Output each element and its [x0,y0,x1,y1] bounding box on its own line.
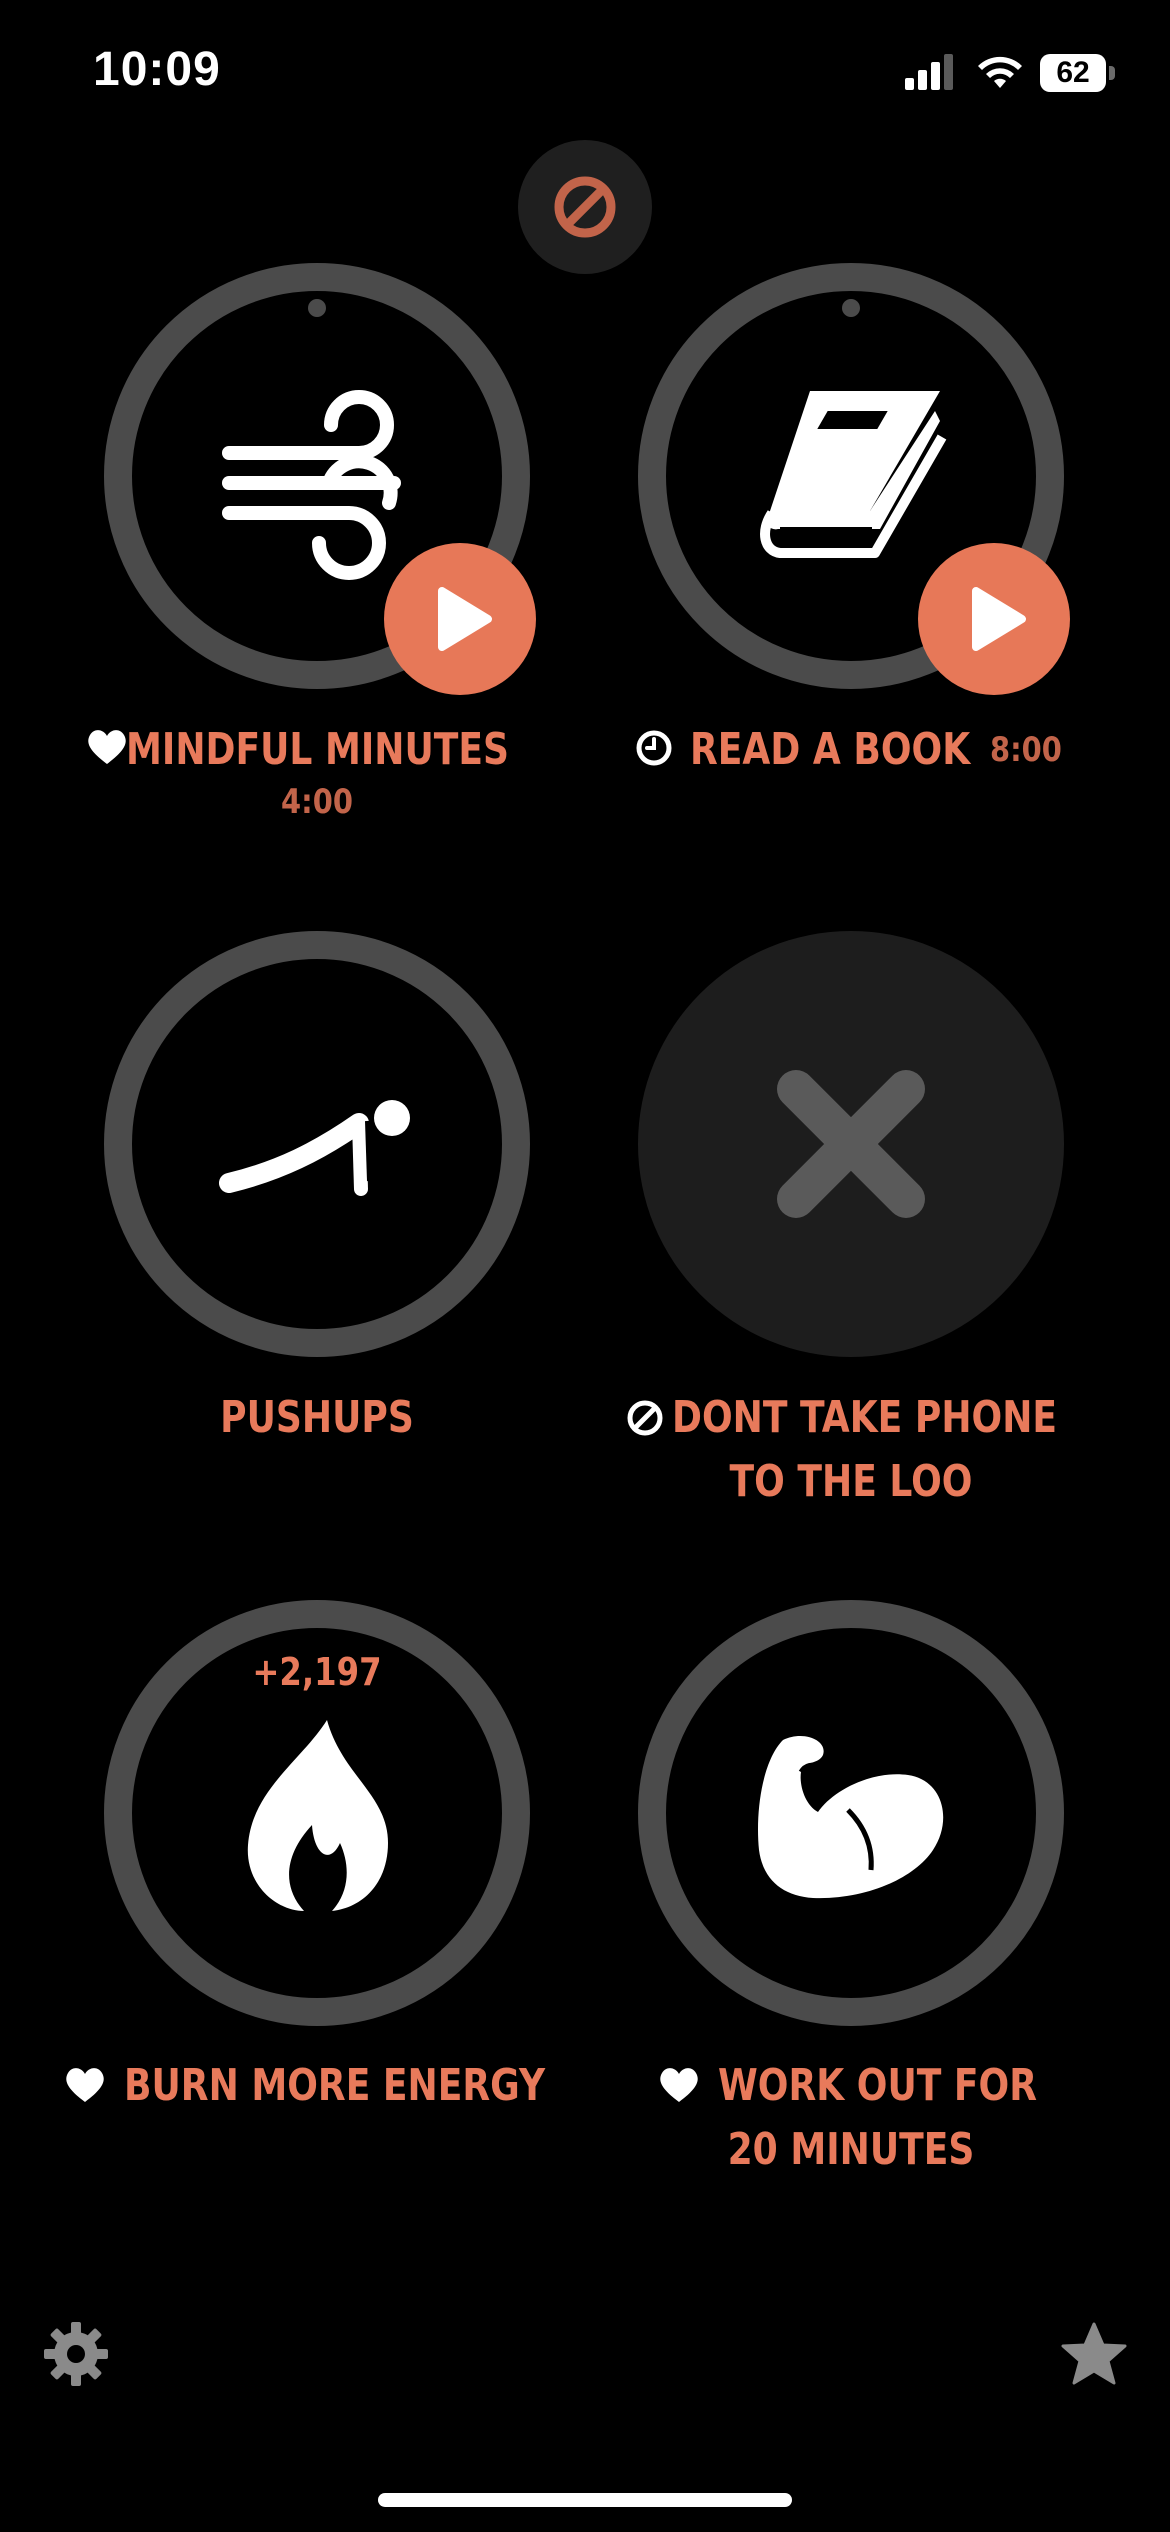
habit-label-line-2: 20 MINUTES [727,2124,975,2175]
habit-detail: 8:00 [990,730,1062,770]
prohibited-icon [554,176,616,238]
habit-label: BURN MORE ENERGY [124,2060,546,2111]
habit-pushups[interactable] [104,931,554,1431]
habit-label-line-1: DONT TAKE PHONE [672,1392,1058,1443]
habit-dont-take-phone-to-the-loo[interactable] [638,931,1088,1431]
habit-stat: +2,197 [252,1650,382,1694]
pushup-icon [219,1100,410,1196]
cellular-signal-icon [905,54,953,90]
play-button[interactable] [384,543,536,695]
habit-label-line-2: TO THE LOO [729,1456,973,1507]
habit-label-line-1: WORK OUT FOR [718,2060,1038,2111]
clock-icon [636,730,672,766]
play-icon [438,587,492,651]
flame-icon [247,1720,388,1911]
home-indicator[interactable] [378,2493,792,2507]
wifi-icon [978,56,1022,88]
star-icon[interactable] [1060,2320,1128,2388]
status-bar: 10:09 62 [0,0,1170,150]
prohibited-icon [627,1400,663,1436]
block-all-button[interactable] [518,140,652,274]
ring-start-dot [842,299,860,317]
flexed-biceps-icon [758,1735,944,1899]
habit-label: PUSHUPS [220,1392,414,1443]
habit-label: MINDFUL MINUTES [126,724,510,775]
ring-start-dot [308,299,326,317]
gear-icon[interactable] [42,2320,110,2388]
battery-tip [1109,66,1115,80]
battery-indicator: 62 [1040,54,1106,92]
heart-icon [66,2068,104,2102]
book-icon [760,391,947,558]
wind-icon [222,390,401,580]
play-button[interactable] [918,543,1070,695]
heart-icon [88,730,126,764]
habit-detail: 4:00 [281,782,353,822]
habit-label: READ A BOOK [690,724,971,775]
status-time: 10:09 [93,43,221,96]
habit-burn-more-energy[interactable]: +2,197 [104,1600,554,2100]
play-icon [972,587,1026,651]
heart-icon [660,2068,698,2102]
x-icon [777,1070,925,1218]
habit-work-out-for-20-minutes[interactable] [638,1600,1088,2100]
